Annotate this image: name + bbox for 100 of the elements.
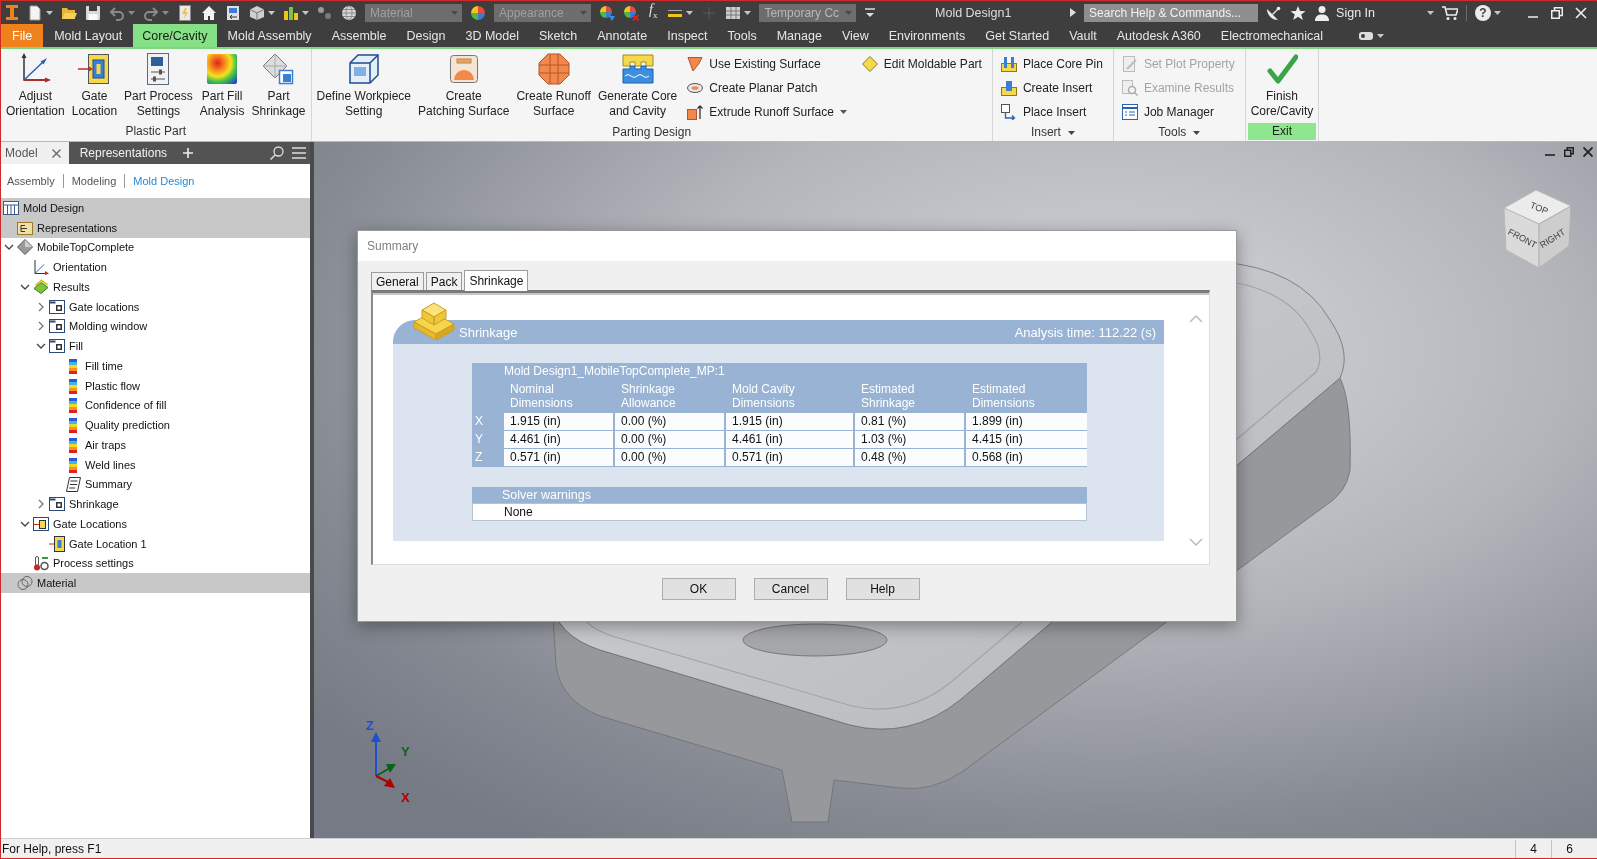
ribbon-button[interactable]: Place Insert <box>998 100 1105 124</box>
view-link[interactable]: Assembly <box>7 174 63 188</box>
caret-icon[interactable] <box>1067 130 1075 135</box>
color-sphere-arrow-icon[interactable] <box>599 4 615 21</box>
triangle-right-icon[interactable] <box>1070 8 1077 17</box>
ribbon-tab[interactable]: Mold Assembly <box>218 24 321 47</box>
ribbon-group-title[interactable]: Insert <box>1030 124 1075 141</box>
caret-icon[interactable] <box>1494 10 1501 15</box>
ribbon-button[interactable]: Generate Core and Cavity <box>594 52 681 119</box>
view-link[interactable]: Modeling <box>62 174 125 188</box>
satellite-dish-icon[interactable] <box>1266 4 1283 21</box>
tree-item[interactable]: Summary <box>1 474 310 495</box>
ribbon-button[interactable]: Job Manager <box>1119 100 1237 124</box>
caret-icon[interactable] <box>268 10 275 15</box>
ribbon-button[interactable]: Place Core Pin <box>998 52 1105 76</box>
tree-item[interactable]: Gate locations <box>1 296 310 317</box>
cube-icon[interactable] <box>249 4 265 21</box>
redo-icon[interactable] <box>143 4 159 21</box>
tree-item[interactable]: Air traps <box>1 435 310 455</box>
ribbon-tab[interactable]: Mold Layout <box>45 24 132 47</box>
customize-icon[interactable] <box>864 6 877 19</box>
sign-in-button[interactable]: Sign In <box>1314 4 1375 21</box>
ribbon-tab[interactable]: Core/Cavity <box>133 24 217 47</box>
close-icon[interactable] <box>1583 147 1593 157</box>
undo-icon[interactable] <box>109 4 125 21</box>
ribbon-button[interactable]: Create Planar Patch <box>685 76 849 100</box>
tree-item[interactable]: MobileTopComplete <box>1 237 310 258</box>
two-dots-icon[interactable] <box>317 4 333 21</box>
search-field[interactable]: Search Help & Commands... <box>1084 3 1259 22</box>
ribbon-tab[interactable]: Inspect <box>658 24 717 47</box>
ribbon-button[interactable]: Gate Location <box>68 52 121 119</box>
function-button[interactable]: f$_{x}$ <box>647 2 660 23</box>
tree-item[interactable]: Confidence of fill <box>1 395 310 416</box>
graphics-viewport[interactable] <box>314 142 1597 838</box>
view-cube[interactable] <box>1503 189 1572 269</box>
ribbon-tab[interactable]: Annotate <box>588 24 657 47</box>
ribbon-tab[interactable]: Get Started <box>976 24 1059 47</box>
ribbon-button[interactable]: Create Patching Surface <box>415 52 513 119</box>
dialog-button[interactable]: Help <box>845 578 920 600</box>
ribbon-tab[interactable]: 3D Model <box>456 24 528 47</box>
cart-icon[interactable] <box>1442 4 1458 21</box>
tree-item[interactable]: Results <box>1 277 310 297</box>
tree-item[interactable]: Quality prediction <box>1 415 310 435</box>
browser-tab[interactable]: Model <box>1 142 69 164</box>
add-icon[interactable] <box>183 148 194 158</box>
ribbon-button[interactable]: Part Process Settings <box>121 52 196 119</box>
menu-icon[interactable] <box>292 147 306 159</box>
ribbon-button[interactable]: Adjust Orientation <box>3 52 68 119</box>
ribbon-button[interactable]: Create Runoff Surface <box>513 52 594 119</box>
ribbon-tab[interactable]: Electromechanical <box>1211 24 1332 47</box>
tree-item[interactable]: Mold Design <box>1 198 310 218</box>
ribbon-button[interactable]: Define Workpiece Setting <box>313 52 414 119</box>
tree-item[interactable]: Shrinkage <box>1 494 310 514</box>
caret-icon[interactable] <box>1193 130 1201 135</box>
caret-icon[interactable] <box>839 110 847 114</box>
caret-icon[interactable] <box>302 10 309 15</box>
bar-chart-icon[interactable] <box>283 4 299 21</box>
dialog-tab[interactable]: General <box>371 272 424 290</box>
tree-item[interactable]: Fill <box>1 336 310 356</box>
save-icon[interactable] <box>85 4 101 21</box>
ribbon-tab[interactable]: Tools <box>718 24 766 47</box>
dialog-tab[interactable]: Pack <box>425 272 463 290</box>
new-file-icon[interactable] <box>27 4 43 21</box>
ribbon-button[interactable]: Extrude Runoff Surface <box>685 100 849 124</box>
ribbon-button[interactable]: Part Fill Analysis <box>196 52 248 119</box>
ribbon-button[interactable]: Part Shrinkage <box>248 52 309 119</box>
caret-icon[interactable] <box>46 10 53 15</box>
tree-item[interactable]: Fill time <box>1 356 310 376</box>
home-icon[interactable] <box>201 4 217 21</box>
tree-item[interactable]: Weld lines <box>1 454 310 475</box>
ribbon-tab[interactable]: View <box>832 24 878 47</box>
app-logo-icon[interactable] <box>5 3 19 22</box>
tree-item[interactable]: Representations <box>1 217 310 238</box>
document-bolt-icon[interactable] <box>177 4 193 21</box>
dialog-tab[interactable]: Shrinkage <box>464 270 529 291</box>
restore-icon[interactable] <box>1564 147 1574 157</box>
ribbon-tab[interactable]: Sketch <box>529 24 587 47</box>
color-wheel-icon[interactable] <box>470 4 486 21</box>
close-icon[interactable] <box>51 148 61 158</box>
search-icon[interactable] <box>270 146 284 160</box>
ribbon-tab[interactable]: Manage <box>767 24 831 47</box>
tree-item[interactable]: Material <box>1 573 310 593</box>
ribbon-button[interactable]: Use Existing Surface <box>685 52 849 76</box>
ribbon-button[interactable]: Create Insert <box>998 76 1105 100</box>
grid-icon[interactable] <box>725 4 742 21</box>
caret-icon[interactable] <box>1376 33 1384 38</box>
caret-icon[interactable] <box>686 10 694 15</box>
tree-item[interactable]: Molding window <box>1 316 310 337</box>
tree-item[interactable]: Orientation <box>1 257 310 277</box>
ribbon-tab[interactable]: Vault <box>1060 24 1106 47</box>
caret-icon[interactable] <box>1427 10 1434 15</box>
ribbon-group-title[interactable]: Tools <box>1158 124 1201 141</box>
star-icon[interactable] <box>1290 4 1307 21</box>
ribbon-tab[interactable]: Assemble <box>322 24 396 47</box>
ribbon-tab[interactable]: Autodesk A360 <box>1107 24 1210 47</box>
caret-icon[interactable] <box>744 10 752 15</box>
help-button[interactable]: ? <box>1475 4 1491 21</box>
view-link[interactable]: Mold Design <box>124 174 203 188</box>
ribbon-button[interactable]: Edit Moldable Part <box>859 52 984 76</box>
restore-icon[interactable] <box>1551 6 1563 19</box>
